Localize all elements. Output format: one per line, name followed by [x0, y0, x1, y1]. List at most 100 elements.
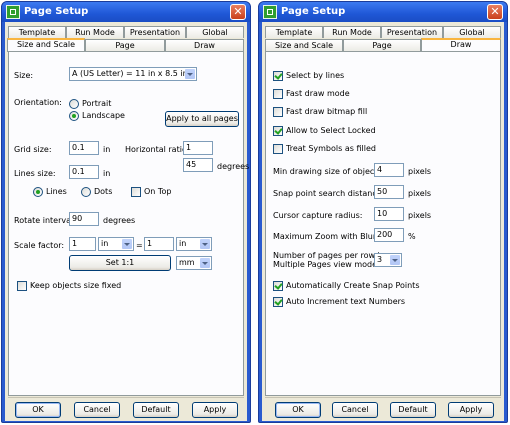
- chevron-down-icon[interactable]: [122, 239, 132, 249]
- tab-strip: Template Run Mode Presentation Global Si…: [262, 22, 504, 52]
- apply-button[interactable]: Apply: [192, 402, 238, 418]
- apply-button[interactable]: Apply: [448, 402, 494, 418]
- close-icon[interactable]: ✕: [230, 4, 246, 20]
- portrait-radio[interactable]: [69, 99, 79, 109]
- auto-increment-checkbox[interactable]: [273, 297, 283, 307]
- degrees-label: degrees: [217, 162, 250, 171]
- tab-template[interactable]: Template: [265, 26, 323, 38]
- min-size-label: Min drawing size of objects:: [273, 167, 385, 176]
- size-scale-panel: Size: A (US Letter) = 11 in x 8.5 in Ori…: [8, 51, 249, 396]
- ok-button[interactable]: OK: [15, 402, 61, 418]
- landscape-radio[interactable]: [69, 111, 79, 121]
- tab-size-and-scale[interactable]: Size and Scale: [7, 38, 85, 52]
- cursor-radius-input[interactable]: 10: [374, 207, 404, 221]
- min-size-unit: pixels: [408, 167, 432, 176]
- chevron-down-icon[interactable]: [200, 258, 210, 268]
- lines-radio[interactable]: [33, 187, 43, 197]
- allow-select-locked-checkbox[interactable]: [273, 126, 283, 136]
- keep-size-fixed-checkbox[interactable]: [17, 281, 27, 291]
- auto-snap-points-checkbox[interactable]: [273, 281, 283, 291]
- chevron-down-icon[interactable]: [390, 255, 400, 265]
- lines-size-input[interactable]: 0.1: [69, 165, 99, 179]
- app-icon: [6, 5, 20, 19]
- mm-unit-dropdown[interactable]: mm: [176, 256, 212, 270]
- ok-button[interactable]: OK: [275, 402, 321, 418]
- footer-divider: [265, 397, 501, 398]
- tab-presentation[interactable]: Presentation: [124, 26, 186, 38]
- scale-left-unit-dropdown[interactable]: in: [98, 237, 134, 251]
- page-setup-window-draw: Page Setup ✕ Template Run Mode Presentat…: [258, 1, 508, 423]
- angle-input[interactable]: 45: [183, 158, 213, 172]
- dialog-footer: OK Cancel Default Apply: [5, 399, 247, 421]
- tab-run-mode[interactable]: Run Mode: [66, 26, 124, 38]
- pages-per-row-dropdown[interactable]: 3: [374, 253, 402, 267]
- equals-sign: =: [136, 241, 143, 250]
- tab-page[interactable]: Page: [343, 39, 421, 51]
- tab-draw[interactable]: Draw: [165, 39, 244, 51]
- rotate-interval-unit: degrees: [103, 216, 136, 225]
- grid-size-input[interactable]: 0.1: [69, 141, 99, 155]
- scale-right-unit-dropdown[interactable]: in: [176, 237, 212, 251]
- default-button[interactable]: Default: [133, 402, 179, 418]
- treat-symbols-checkbox[interactable]: [273, 144, 283, 154]
- horizontal-ratio-input[interactable]: 1: [183, 141, 213, 155]
- title-bar[interactable]: Page Setup ✕: [2, 2, 250, 22]
- pages-per-row-label-line2: Multiple Pages view mode:: [273, 260, 380, 269]
- max-zoom-input[interactable]: 200: [374, 228, 404, 242]
- dialog-footer: OK Cancel Default Apply: [262, 399, 504, 421]
- scale-factor-label: Scale factor:: [14, 241, 65, 250]
- window-title: Page Setup: [24, 6, 89, 17]
- set-one-to-one-button[interactable]: Set 1:1: [69, 255, 171, 271]
- rotate-interval-input[interactable]: 90: [69, 212, 99, 226]
- tab-strip: Template Run Mode Presentation Global Si…: [5, 22, 247, 52]
- on-top-checkbox[interactable]: [131, 187, 141, 197]
- cancel-button[interactable]: Cancel: [74, 402, 120, 418]
- size-label: Size:: [14, 71, 34, 80]
- tab-draw[interactable]: Draw: [421, 38, 501, 52]
- min-size-input[interactable]: 4: [374, 163, 404, 177]
- orientation-label: Orientation:: [14, 98, 62, 107]
- select-by-lines-label: Select by lines: [286, 71, 345, 80]
- app-icon: [263, 5, 277, 19]
- tab-page[interactable]: Page: [85, 39, 165, 51]
- tab-global[interactable]: Global: [186, 26, 244, 38]
- window-title: Page Setup: [281, 6, 346, 17]
- tab-presentation[interactable]: Presentation: [381, 26, 443, 38]
- tab-run-mode[interactable]: Run Mode: [323, 26, 381, 38]
- landscape-label: Landscape: [82, 111, 125, 120]
- close-icon[interactable]: ✕: [487, 4, 503, 20]
- scale-left-input[interactable]: 1: [69, 237, 96, 251]
- size-value: A (US Letter) = 11 in x 8.5 in: [72, 69, 188, 78]
- scale-right-unit: in: [179, 239, 187, 248]
- auto-snap-points-label: Automatically Create Snap Points: [286, 281, 420, 290]
- cursor-radius-unit: pixels: [408, 211, 432, 220]
- tab-template[interactable]: Template: [8, 26, 66, 38]
- dialog-client: Template Run Mode Presentation Global Si…: [262, 22, 504, 421]
- dots-radio[interactable]: [81, 187, 91, 197]
- fast-draw-label: Fast draw mode: [286, 89, 350, 98]
- title-bar[interactable]: Page Setup ✕: [259, 2, 507, 22]
- snap-distance-label: Snap point search distance:: [273, 189, 385, 198]
- size-dropdown[interactable]: A (US Letter) = 11 in x 8.5 in: [69, 67, 197, 81]
- select-by-lines-checkbox[interactable]: [273, 71, 283, 81]
- scale-right-input[interactable]: 1: [144, 237, 174, 251]
- lines-size-label: Lines size:: [14, 169, 56, 178]
- snap-distance-unit: pixels: [408, 189, 432, 198]
- chevron-down-icon[interactable]: [200, 239, 210, 249]
- chevron-down-icon[interactable]: [185, 69, 195, 79]
- snap-distance-input[interactable]: 50: [374, 185, 404, 199]
- treat-symbols-label: Treat Symbols as filled: [286, 144, 376, 153]
- cancel-button[interactable]: Cancel: [332, 402, 378, 418]
- apply-to-all-pages-button[interactable]: Apply to all pages: [165, 111, 239, 127]
- default-button[interactable]: Default: [390, 402, 436, 418]
- grid-size-label: Grid size:: [14, 145, 52, 154]
- fast-draw-checkbox[interactable]: [273, 89, 283, 99]
- keep-size-fixed-label: Keep objects size fixed: [30, 281, 122, 290]
- tab-global[interactable]: Global: [443, 26, 501, 38]
- dialog-client: Template Run Mode Presentation Global Si…: [5, 22, 249, 421]
- grid-size-unit: in: [103, 145, 111, 154]
- lines-size-unit: in: [103, 169, 111, 178]
- tab-size-and-scale[interactable]: Size and Scale: [265, 39, 343, 51]
- fast-bitmap-checkbox[interactable]: [273, 107, 283, 117]
- auto-increment-label: Auto Increment text Numbers: [286, 297, 406, 306]
